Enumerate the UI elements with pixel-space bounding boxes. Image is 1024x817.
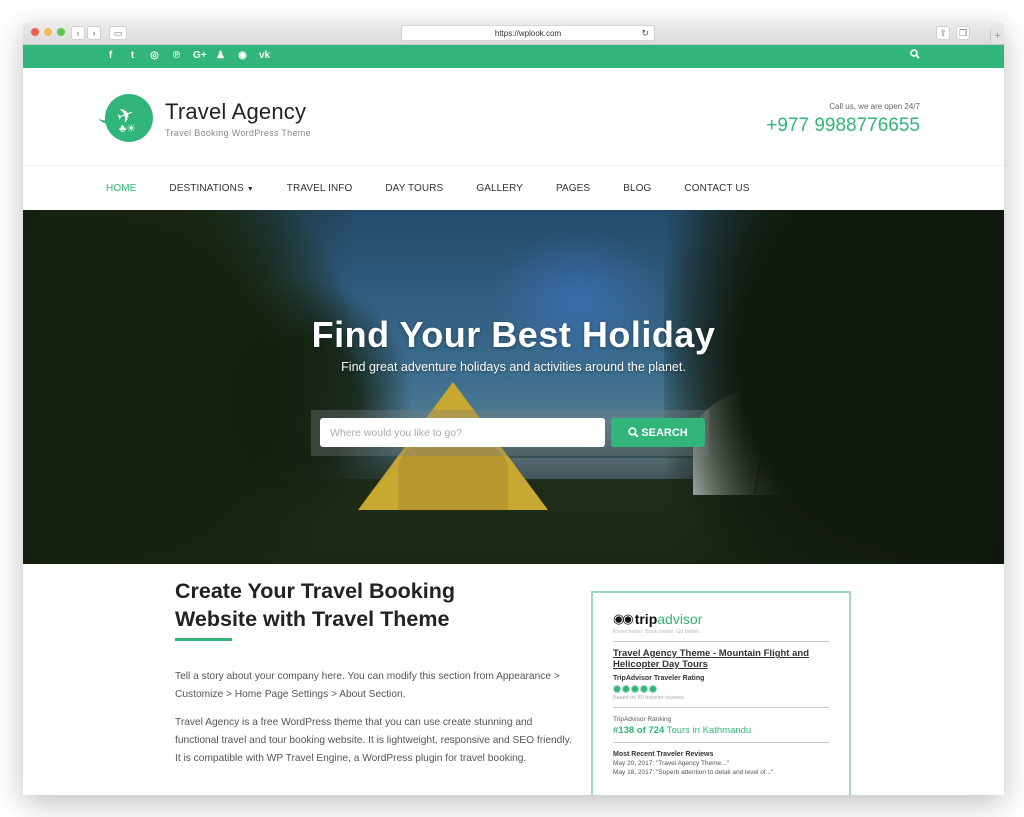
ranking-value[interactable]: #138 of 724 Tours in Kathmandu	[613, 725, 829, 736]
listing-link[interactable]: Travel Agency Theme - Mountain Flight an…	[613, 648, 829, 670]
main-nav: HOME DESTINATIONS ▼ TRAVEL INFO DAY TOURS…	[23, 166, 1004, 210]
contact-label: Call us, we are open 24/7	[829, 102, 920, 111]
top-bar: f t ◎ ℗ G+ ♟ ◉ vk	[23, 45, 1004, 68]
about-paragraph-1: Tell a story about your company here. Yo…	[175, 671, 560, 700]
rating-bubble-icon	[649, 685, 657, 693]
nav-contact-us[interactable]: CONTACT US	[684, 183, 749, 194]
facebook-icon[interactable]: f	[105, 50, 116, 61]
back-button[interactable]: ‹	[71, 26, 85, 40]
sidebar-icon: ▭	[113, 27, 123, 38]
vk-icon[interactable]: vk	[259, 50, 270, 61]
nav-destinations[interactable]: DESTINATIONS ▼	[169, 183, 253, 194]
close-window-button[interactable]	[31, 28, 39, 36]
chevron-right-icon: ›	[92, 27, 96, 38]
tabs-button[interactable]: ❐	[956, 26, 970, 40]
search-button-label: SEARCH	[641, 426, 688, 439]
rating-based-on: Based on 50 traveler reviews	[613, 695, 684, 701]
search-icon[interactable]	[910, 49, 920, 62]
google-plus-icon[interactable]: G+	[193, 50, 207, 61]
rating-bubble-icon	[613, 685, 621, 693]
maximize-window-button[interactable]	[57, 28, 65, 36]
reload-icon[interactable]: ↻	[641, 28, 649, 39]
search-button[interactable]: SEARCH	[611, 418, 705, 447]
rating-bubble-icon	[640, 685, 648, 693]
tripadvisor-widget: ◉◉ tripadvisor Know better. Book better.…	[591, 591, 851, 795]
tree-branches-image	[203, 270, 443, 530]
brand-advisor: advisor	[657, 611, 703, 627]
instagram-icon[interactable]: ◎	[149, 50, 160, 61]
minimize-window-button[interactable]	[44, 28, 52, 36]
rating-bubble-icon	[622, 685, 630, 693]
ranking-suffix: Tours in Kathmandu	[666, 725, 752, 736]
owl-eyes-icon: ◉◉	[613, 611, 634, 626]
site-tagline: Travel Booking WordPress Theme	[165, 127, 311, 138]
new-tab-button[interactable]: +	[990, 29, 1004, 43]
tripadvisor-logo[interactable]: ◉◉ tripadvisor	[613, 611, 829, 627]
pinterest-icon[interactable]: ℗	[171, 50, 182, 61]
site-logo[interactable]: ✈ ♣☀ Travel Agency Travel Booking WordPr…	[99, 94, 311, 142]
nav-day-tours[interactable]: DAY TOURS	[385, 183, 443, 194]
contact-phone[interactable]: +977 9988776655	[766, 115, 920, 137]
nav-gallery[interactable]: GALLERY	[476, 183, 523, 194]
weibo-icon[interactable]: ◉	[237, 50, 248, 61]
nav-home[interactable]: HOME	[106, 183, 136, 194]
site-header: ✈ ♣☀ Travel Agency Travel Booking WordPr…	[23, 68, 1004, 166]
url-text: https://wplook.com	[494, 28, 562, 38]
palm-tree-icon: ♣☀	[119, 123, 137, 135]
contact-info: Call us, we are open 24/7 +977 998877665…	[766, 102, 920, 137]
chevron-left-icon: ‹	[76, 27, 80, 38]
hero-subtitle: Find great adventure holidays and activi…	[341, 360, 686, 374]
caret-down-icon: ▼	[246, 185, 254, 193]
plus-icon: +	[994, 30, 1001, 42]
about-section: Create Your Travel Booking Website with …	[23, 564, 1004, 795]
ranking-label: TripAdvisor Ranking	[613, 716, 672, 723]
review-item[interactable]: May 20, 2017: "Travel Agency Theme..."	[613, 760, 829, 767]
reviews-label: Most Recent Traveler Reviews	[613, 751, 714, 758]
hero-title: Find Your Best Holiday	[311, 314, 716, 355]
logo-mark: ✈ ♣☀	[99, 94, 153, 142]
rating-bubble-icon	[631, 685, 639, 693]
window-controls	[31, 28, 65, 36]
tree-right-image	[664, 210, 1004, 564]
nav-travel-info[interactable]: TRAVEL INFO	[287, 183, 353, 194]
divider	[613, 707, 829, 708]
rating-label: TripAdvisor Traveler Rating	[613, 675, 705, 682]
search-icon	[628, 427, 639, 438]
ranking-position: #138 of 724	[613, 725, 665, 736]
about-paragraph-2: Travel Agency is a free WordPress theme …	[175, 717, 572, 764]
social-links: f t ◎ ℗ G+ ♟ ◉ vk	[105, 50, 270, 61]
sidebar-toggle-button[interactable]: ▭	[109, 26, 127, 40]
hero-banner: Find Your Best Holiday Find great advent…	[23, 210, 1004, 564]
tabs-icon: ❐	[958, 27, 968, 38]
share-button[interactable]: ⇧	[936, 26, 950, 40]
rating-bubbles	[613, 685, 829, 693]
browser-chrome: ‹ › ▭ https://wplook.com ↻ ⇧ ❐ +	[23, 22, 1004, 45]
site-title: Travel Agency	[165, 98, 307, 124]
browser-window: ‹ › ▭ https://wplook.com ↻ ⇧ ❐ + f t ◎ ℗…	[23, 22, 1004, 795]
review-item[interactable]: May 18, 2017: "Superb attention to detai…	[613, 769, 829, 776]
address-bar[interactable]: https://wplook.com ↻	[401, 25, 655, 41]
divider	[613, 641, 829, 642]
about-title: Create Your Travel Booking Website with …	[175, 579, 455, 631]
destination-search-input[interactable]	[320, 418, 605, 447]
title-underline	[175, 638, 232, 641]
nav-pages[interactable]: PAGES	[556, 183, 590, 194]
forward-button[interactable]: ›	[87, 26, 101, 40]
divider	[613, 742, 829, 743]
nav-blog[interactable]: BLOG	[623, 183, 651, 194]
share-icon: ⇧	[939, 27, 947, 38]
nav-destinations-label: DESTINATIONS	[169, 182, 244, 194]
brand-trip: trip	[634, 611, 658, 627]
twitter-icon[interactable]: t	[127, 50, 138, 61]
snapchat-icon[interactable]: ♟	[215, 50, 226, 61]
tripadvisor-tagline: Know better. Book better. Go better.	[613, 629, 701, 635]
